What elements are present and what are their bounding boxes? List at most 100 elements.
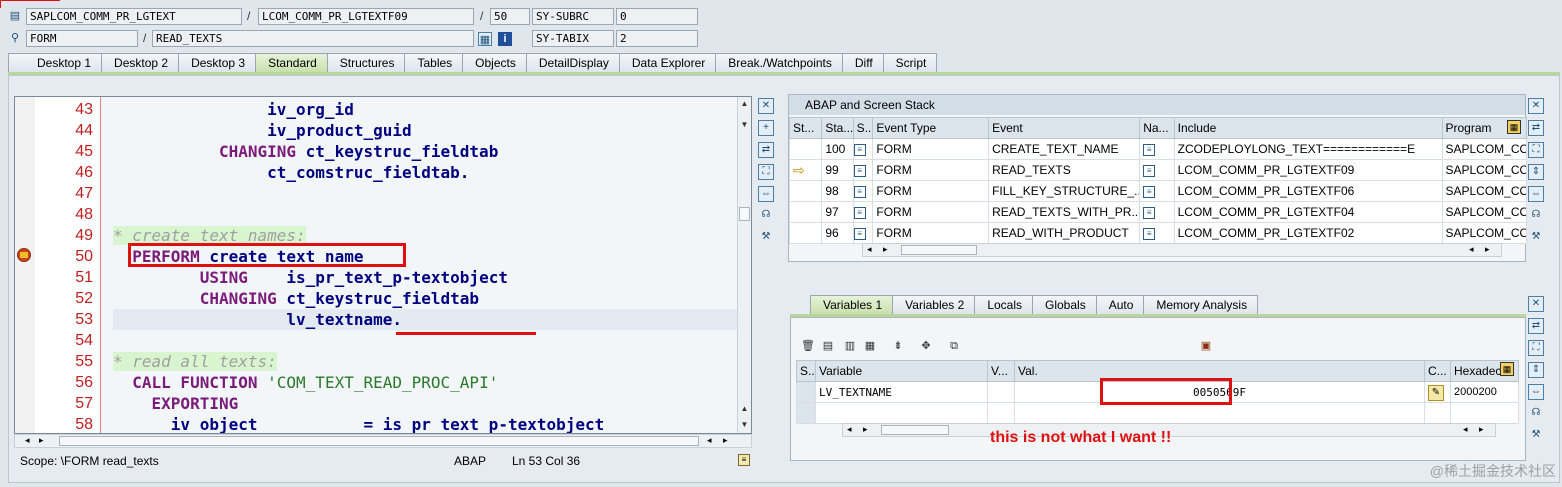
table-row[interactable]: 100 ≡ FORM CREATE_TEXT_NAME ≡ ZCODEPLOYLONG_T… <box>788 138 1527 160</box>
swap-icon[interactable]: ⇔ <box>758 186 774 202</box>
tab-desktop-3[interactable]: Desktop 3 <box>178 53 257 72</box>
value-cell[interactable] <box>1014 402 1425 424</box>
sysvalue-2[interactable]: 2 <box>616 30 698 47</box>
current-marker-cell[interactable] <box>788 180 823 202</box>
level-cell[interactable]: 100 <box>821 138 854 160</box>
program-cell[interactable]: SAPLCOM_CO <box>1441 138 1527 160</box>
col-header[interactable]: Include <box>1173 117 1443 139</box>
type-icon-cell[interactable]: ≡ <box>852 180 874 202</box>
current-marker-cell[interactable] <box>788 138 823 160</box>
stack-h-scrollbar[interactable]: ◂ ▸ ◂ ▸ <box>862 243 1502 257</box>
program-cell[interactable]: SAPLCOM_CO <box>1441 222 1527 244</box>
services-icon[interactable]: ☊ <box>758 208 774 224</box>
navigation-cell[interactable]: ≡ <box>1139 222 1175 244</box>
list-icon[interactable]: ▥ <box>842 338 858 354</box>
scroll-up-icon[interactable]: ▲ <box>738 99 751 108</box>
type-icon-cell[interactable]: ≡ <box>852 159 874 181</box>
scroll-up-icon[interactable]: ▲ <box>738 404 751 413</box>
code-line[interactable]: 48 <box>15 204 737 225</box>
tab-desktop-2[interactable]: Desktop 2 <box>101 53 180 72</box>
include-cell[interactable]: LCOM_COMM_PR_LGTEXTF06 <box>1173 180 1443 202</box>
editor-horizontal-scrollbar[interactable]: ◂ ▸ ◂ ▸ <box>14 434 752 448</box>
table-row[interactable]: ⇨ 99 ≡ FORM READ_TEXTS ≡ LCOM_COMM_PR_LGTEXTF0… <box>788 159 1527 181</box>
code-line[interactable]: 44 iv_product_guid <box>15 120 737 141</box>
level-cell[interactable]: 96 <box>821 222 854 244</box>
code-line[interactable]: 53 lv_textname. <box>15 309 737 330</box>
tab-variables-2[interactable]: Variables 2 <box>892 295 976 314</box>
include-field[interactable]: LCOM_COMM_PR_LGTEXTF09 <box>258 8 474 25</box>
navigate-icon[interactable]: ≡ <box>1143 164 1156 177</box>
code-line[interactable]: 43 iv_org_id <box>15 99 737 120</box>
row-selector[interactable] <box>796 381 816 403</box>
col-header[interactable]: Sta... <box>821 117 854 139</box>
code-line[interactable]: 58 iv object = is pr text p-textobject <box>15 414 737 433</box>
delete-icon[interactable]: 🗑 <box>800 338 816 354</box>
event-type-cell[interactable]: FORM <box>872 222 990 244</box>
tab-auto[interactable]: Auto <box>1095 295 1145 314</box>
level-cell[interactable]: 97 <box>821 201 854 223</box>
line-field[interactable]: 50 <box>490 8 530 25</box>
tab-variables-1[interactable]: Variables 1 <box>810 295 894 314</box>
event-cell[interactable]: CREATE_TEXT_NAME <box>988 138 1141 160</box>
scroll-right-icon[interactable]: ▸ <box>723 435 728 446</box>
h-scroll-thumb[interactable] <box>901 245 977 255</box>
vars-layout-icon[interactable]: ▦ <box>1500 362 1514 376</box>
services-icon[interactable]: ☊ <box>1528 208 1544 224</box>
level-cell[interactable]: 99 <box>821 159 854 181</box>
save-icon[interactable]: ▣ <box>1198 338 1214 354</box>
scroll-right-icon[interactable]: ▸ <box>863 424 868 435</box>
program-cell[interactable]: SAPLCOM_CO <box>1441 159 1527 181</box>
maximize-icon[interactable]: ⛶ <box>1528 142 1544 158</box>
table-row[interactable] <box>796 402 1519 424</box>
settings-icon[interactable]: ⚒ <box>758 230 774 246</box>
include-cell[interactable]: LCOM_COMM_PR_LGTEXTF02 <box>1173 222 1443 244</box>
table-row[interactable]: 96 ≡ FORM READ_WITH_PRODUCT ≡ LCOM_COMM_PR_LG… <box>788 222 1527 244</box>
close-icon[interactable]: ✕ <box>1528 98 1544 114</box>
program-cell[interactable]: SAPLCOM_CO <box>1441 180 1527 202</box>
copy-icon[interactable]: ⧉ <box>946 338 962 354</box>
scroll-left-icon[interactable]: ◂ <box>847 424 852 435</box>
tab-data-explorer[interactable]: Data Explorer <box>618 53 717 72</box>
tab-diff[interactable]: Diff <box>841 53 884 72</box>
col-header[interactable]: Event <box>988 117 1141 139</box>
navigate-icon[interactable]: ≡ <box>1143 227 1156 240</box>
replace-tool-icon[interactable]: ⇄ <box>758 142 774 158</box>
variable-name-cell[interactable] <box>815 402 988 424</box>
scroll-left-icon[interactable]: ◂ <box>1469 244 1474 255</box>
notes-icon[interactable]: ≡ <box>738 454 750 466</box>
sysfield-2[interactable]: SY-TABIX <box>532 30 614 47</box>
code-line[interactable]: 57 EXPORTING <box>15 393 737 414</box>
tab-tables[interactable]: Tables <box>404 53 464 72</box>
navigation-cell[interactable]: ≡ <box>1139 159 1175 181</box>
h-scroll-thumb[interactable] <box>881 425 949 435</box>
scroll-right-icon[interactable]: ▸ <box>1485 244 1490 255</box>
code-line[interactable]: 54 <box>15 330 737 351</box>
include-cell[interactable]: ZCODEPLOYLONG_TEXT============E <box>1173 138 1443 160</box>
program-cell[interactable]: SAPLCOM_CO <box>1441 201 1527 223</box>
tab-locals[interactable]: Locals <box>974 295 1033 314</box>
editor-vertical-scrollbar[interactable]: ▲ ▼ ▲ ▼ <box>737 97 751 433</box>
code-line[interactable]: 52 CHANGING ct_keystruc_fieldtab <box>15 288 737 309</box>
level-cell[interactable]: 98 <box>821 180 854 202</box>
sysvalue-1[interactable]: 0 <box>616 8 698 25</box>
navigation-cell[interactable]: ≡ <box>1139 180 1175 202</box>
sysfield-1[interactable]: SY-SUBRC <box>532 8 614 25</box>
event-cell[interactable]: FILL_KEY_STRUCTURE_... <box>988 180 1141 202</box>
services-icon[interactable]: ☊ <box>1528 406 1544 422</box>
swap-vertical-icon[interactable]: ⇕ <box>1528 362 1544 378</box>
current-marker-cell[interactable] <box>788 222 823 244</box>
code-line[interactable]: 56 CALL FUNCTION 'COM_TEXT_READ_PROC_API… <box>15 372 737 393</box>
change-cell[interactable] <box>1424 402 1451 424</box>
type-icon-cell[interactable]: ≡ <box>852 201 874 223</box>
hex-cell[interactable] <box>1450 402 1519 424</box>
code-line[interactable]: 55 * read all texts: <box>15 351 737 372</box>
stack-layout-icon[interactable]: ▦ <box>1507 120 1521 134</box>
scroll-down-icon[interactable]: ▼ <box>738 120 751 129</box>
type-field[interactable]: FORM <box>26 30 138 47</box>
maximize-icon[interactable]: ⛶ <box>1528 340 1544 356</box>
move-icon[interactable]: ✥ <box>918 338 934 354</box>
tab-detaildisplay[interactable]: DetailDisplay <box>525 53 620 72</box>
swap-vertical-icon[interactable]: ⇕ <box>1528 164 1544 180</box>
new-tool-icon[interactable]: + <box>758 120 774 136</box>
current-marker-cell[interactable]: ⇨ <box>788 159 823 181</box>
